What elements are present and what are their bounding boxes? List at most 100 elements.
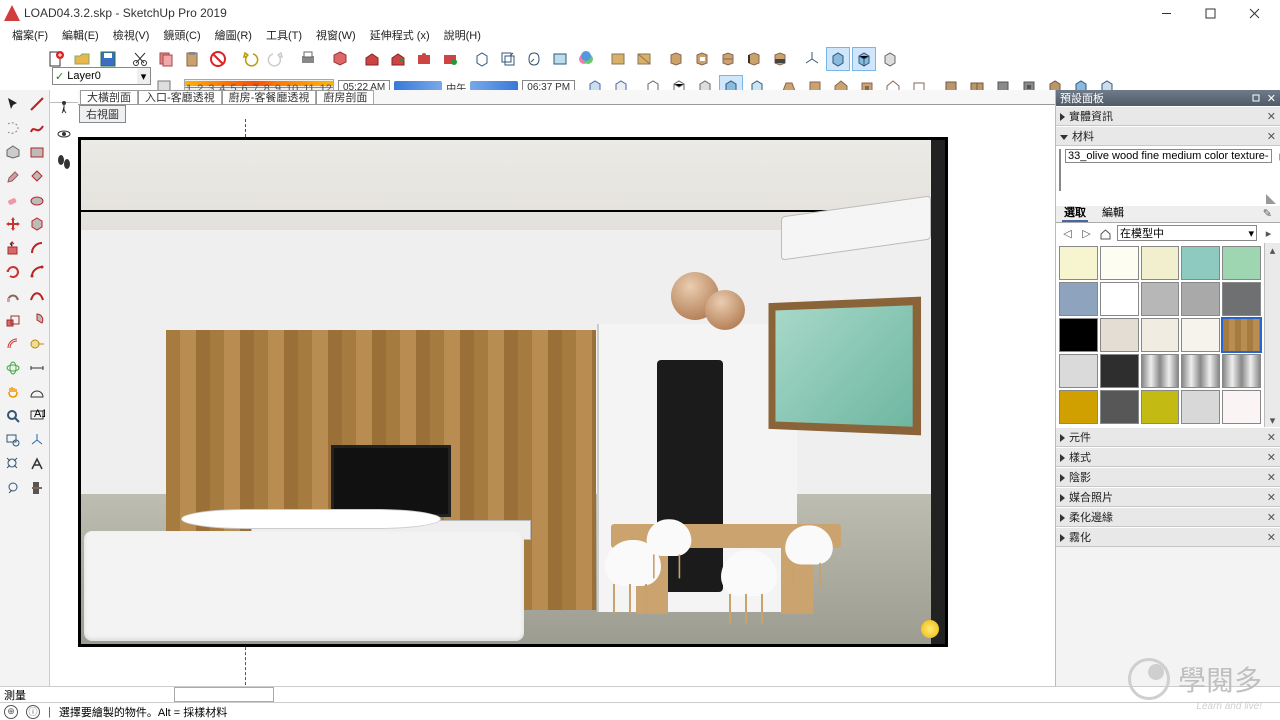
extension-icon[interactable]: [412, 47, 436, 71]
swatch[interactable]: [1141, 354, 1180, 388]
scene-tab-2[interactable]: 入口-客廳透視: [138, 90, 222, 104]
scale-tool[interactable]: [1, 308, 25, 332]
close-icon[interactable]: ✕: [1267, 130, 1276, 143]
section-5-icon[interactable]: [768, 47, 792, 71]
scene-tab-1[interactable]: 大橫剖面: [80, 90, 138, 104]
eraser-tool[interactable]: [1, 188, 25, 212]
polygon2-tool[interactable]: [25, 212, 49, 236]
section-3-icon[interactable]: [716, 47, 740, 71]
maximize-button[interactable]: [1188, 0, 1232, 26]
swatch[interactable]: [1141, 282, 1180, 316]
section-shadow[interactable]: 陰影✕: [1056, 467, 1280, 487]
section-2-icon[interactable]: [690, 47, 714, 71]
panel-close-icon[interactable]: ✕: [1267, 92, 1276, 105]
axes-origin-icon[interactable]: [800, 47, 824, 71]
swatch[interactable]: [1100, 282, 1139, 316]
tape-tool[interactable]: [25, 332, 49, 356]
offset-tool[interactable]: [1, 332, 25, 356]
tab-select[interactable]: 選取: [1062, 204, 1088, 222]
swatch[interactable]: [1141, 318, 1180, 352]
zoom-extents-tool[interactable]: [1, 452, 25, 476]
line-tool[interactable]: [25, 92, 49, 116]
flipbook-1-icon[interactable]: [606, 47, 630, 71]
copy-icon[interactable]: [154, 47, 178, 71]
solid-union-icon[interactable]: [522, 47, 546, 71]
swatch[interactable]: [1059, 390, 1098, 424]
material-preview[interactable]: [1059, 149, 1061, 191]
nav-home-icon[interactable]: [1098, 226, 1113, 241]
paste-icon[interactable]: [180, 47, 204, 71]
rotate-tool[interactable]: [1, 260, 25, 284]
nav-menu-icon[interactable]: ▸: [1261, 226, 1276, 241]
section-fog[interactable]: 霧化✕: [1056, 527, 1280, 547]
zoom-tool[interactable]: [1, 404, 25, 428]
menu-ext[interactable]: 延伸程式 (x): [364, 26, 436, 44]
material-arrow-icon[interactable]: [1266, 194, 1276, 204]
solid-subtract-icon[interactable]: [548, 47, 572, 71]
select-tool[interactable]: [1, 92, 25, 116]
swatch[interactable]: [1222, 390, 1261, 424]
swatch[interactable]: [1141, 246, 1180, 280]
rectangle-tool[interactable]: [25, 140, 49, 164]
close-icon[interactable]: ✕: [1267, 110, 1276, 123]
swatch[interactable]: [1222, 246, 1261, 280]
swatch[interactable]: [1181, 282, 1220, 316]
rotated-rect-tool[interactable]: [25, 164, 49, 188]
solid-intersect-icon[interactable]: [496, 47, 520, 71]
section-4-icon[interactable]: [742, 47, 766, 71]
shadebox-icon[interactable]: [878, 47, 902, 71]
material-create-icon[interactable]: [1276, 149, 1280, 168]
menu-tools[interactable]: 工具(T): [260, 26, 308, 44]
3dwarehouse-send-icon[interactable]: [386, 47, 410, 71]
backedges-icon[interactable]: [852, 47, 876, 71]
swatch[interactable]: [1059, 246, 1098, 280]
protractor-tool[interactable]: [25, 380, 49, 404]
menu-help[interactable]: 說明(H): [438, 26, 487, 44]
swatch[interactable]: [1181, 354, 1220, 388]
tab-edit[interactable]: 編輯: [1100, 204, 1126, 222]
extension-manager-icon[interactable]: [438, 47, 462, 71]
dimension-tool[interactable]: [25, 356, 49, 380]
section-soft[interactable]: 柔化邊緣✕: [1056, 507, 1280, 527]
xray-icon[interactable]: [826, 47, 850, 71]
paint-tool[interactable]: [1, 164, 25, 188]
scene-tab-3[interactable]: 廚房-客餐廳透視: [222, 90, 317, 104]
eyedropper-icon[interactable]: ✎: [1261, 207, 1274, 222]
material-library-combo[interactable]: 在模型中▾: [1117, 225, 1257, 241]
viewport[interactable]: 大橫剖面 入口-客廳透視 廚房-客餐廳透視 廚房剖面 右視圖: [78, 90, 1055, 700]
section-entity[interactable]: 實體資訊✕: [1056, 106, 1280, 126]
flipbook-2-icon[interactable]: [632, 47, 656, 71]
move-tool[interactable]: [1, 212, 25, 236]
prev-view-tool[interactable]: [1, 476, 25, 500]
pushpull-tool[interactable]: [1, 236, 25, 260]
scene-tab-4[interactable]: 廚房剖面: [316, 90, 374, 104]
arc-tool[interactable]: [25, 236, 49, 260]
minimize-button[interactable]: [1144, 0, 1188, 26]
swatch[interactable]: [1100, 390, 1139, 424]
menu-window[interactable]: 視窗(W): [310, 26, 362, 44]
swatch[interactable]: [1141, 390, 1180, 424]
layer-dropdown-icon[interactable]: ▾: [137, 67, 151, 85]
layer-combo[interactable]: ✓Layer0 ▾: [52, 67, 138, 85]
swatch[interactable]: [1222, 318, 1261, 352]
look-around-tool[interactable]: [52, 122, 76, 146]
component-icon[interactable]: [328, 47, 352, 71]
followme-tool[interactable]: [1, 284, 25, 308]
text-tool[interactable]: A1: [25, 404, 49, 428]
pan-tool[interactable]: [1, 380, 25, 404]
walk-tool[interactable]: [52, 150, 76, 174]
swatch-scrollbar[interactable]: ▴▾: [1264, 243, 1280, 427]
menu-file[interactable]: 檔案(F): [6, 26, 54, 44]
delete-icon[interactable]: [206, 47, 230, 71]
undo-icon[interactable]: [238, 47, 262, 71]
print-icon[interactable]: [296, 47, 320, 71]
circle-tool[interactable]: [25, 188, 49, 212]
section-material[interactable]: 材料✕: [1056, 126, 1280, 146]
solid-outer-icon[interactable]: [470, 47, 494, 71]
polygon-tool[interactable]: [1, 140, 25, 164]
axes-tool[interactable]: [25, 428, 49, 452]
section-style[interactable]: 樣式✕: [1056, 447, 1280, 467]
lasso-tool[interactable]: [1, 116, 25, 140]
section-component[interactable]: 元件✕: [1056, 427, 1280, 447]
3dwarehouse-icon[interactable]: [360, 47, 384, 71]
